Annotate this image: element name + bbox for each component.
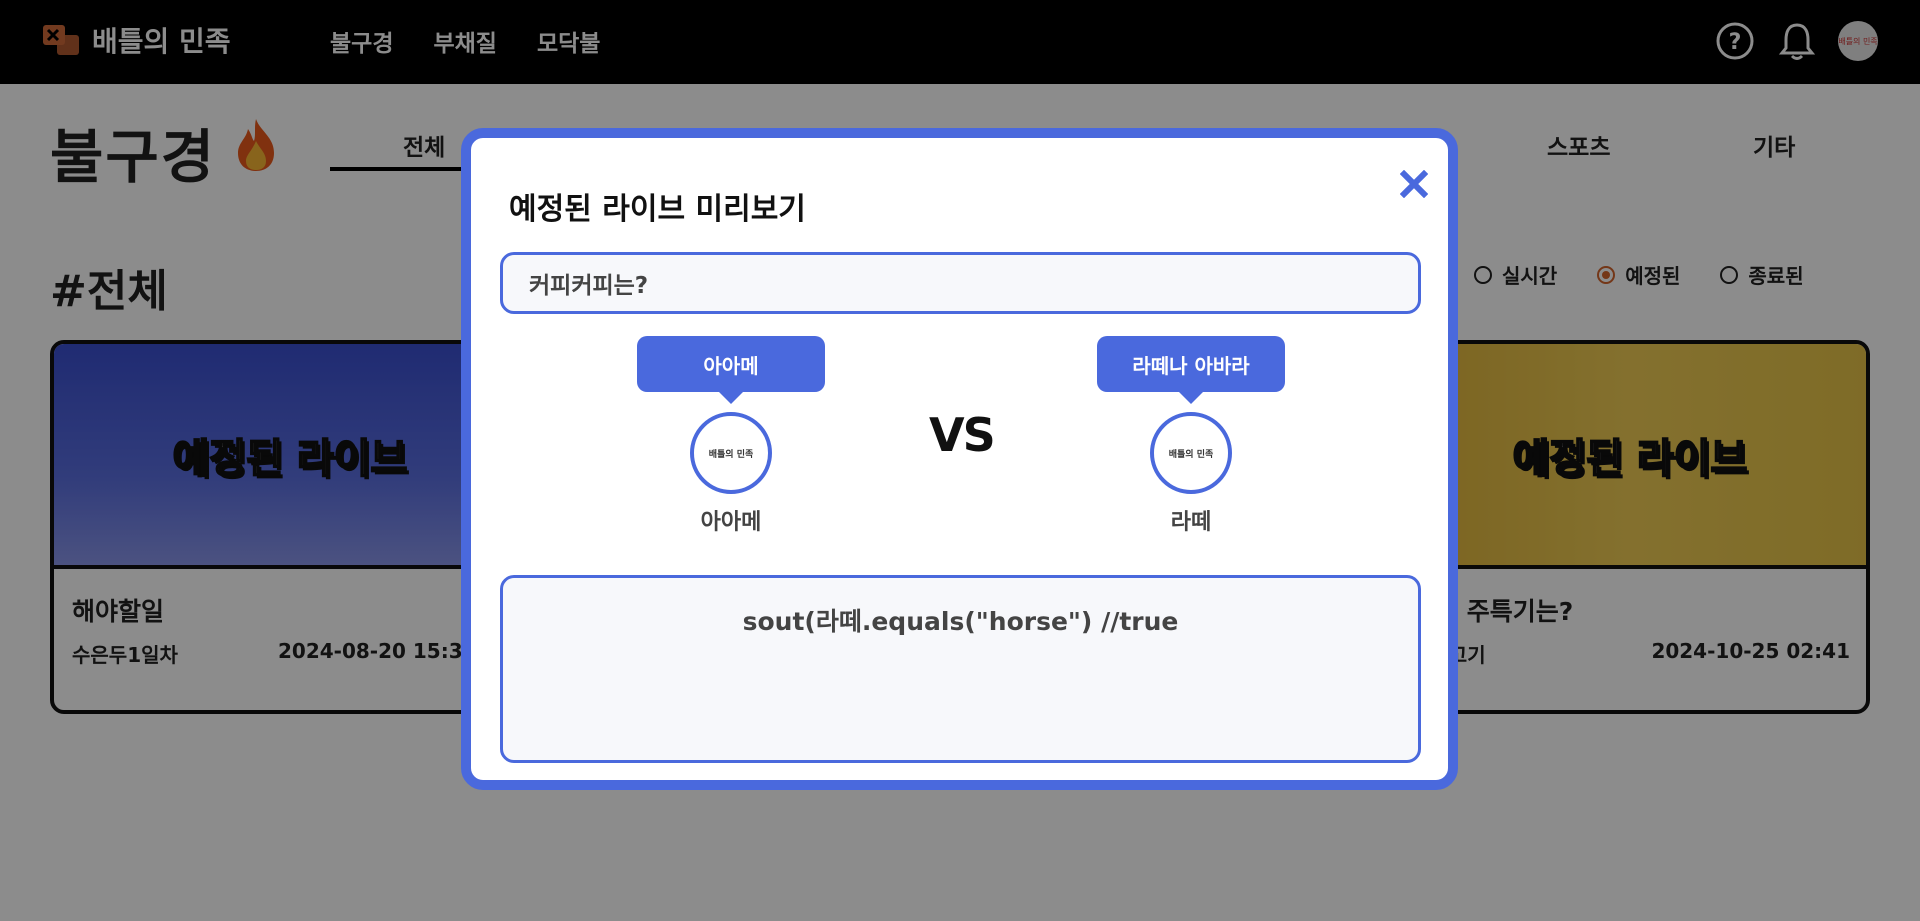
- left-avatar: 배틀의 민족: [690, 412, 772, 494]
- avatar-text: 배틀의 민족: [708, 449, 754, 460]
- question-text: 커피커피는?: [529, 273, 649, 299]
- left-option-bubble: 아아메: [637, 336, 825, 404]
- bubble-text: 아아메: [703, 353, 759, 378]
- description-box: sout(라떼.equals("horse") //true: [500, 575, 1421, 763]
- right-option-bubble: 라떼나 아바라: [1097, 336, 1285, 404]
- description-text: sout(라떼.equals("horse") //true: [742, 607, 1179, 636]
- right-side-option: 라떼나 아바라 배틀의 민족 라떼: [1096, 336, 1286, 536]
- right-user-name: 라떼: [1170, 510, 1212, 535]
- left-user-name: 아아메: [700, 510, 762, 535]
- right-avatar: 배틀의 민족: [1150, 412, 1232, 494]
- vs-label: VS: [929, 408, 996, 462]
- left-side-option: 아아메 배틀의 민족 아아메: [636, 336, 826, 536]
- live-preview-modal: 예정된 라이브 미리보기 커피커피는? 아아메 배틀의 민족 아아메 VS 라떼…: [461, 128, 1458, 790]
- bubble-text: 라떼나 아바라: [1132, 353, 1250, 378]
- close-icon[interactable]: [1396, 166, 1432, 202]
- avatar-text: 배틀의 민족: [1168, 449, 1214, 460]
- question-field: 커피커피는?: [500, 252, 1421, 314]
- modal-title: 예정된 라이브 미리보기: [509, 192, 806, 227]
